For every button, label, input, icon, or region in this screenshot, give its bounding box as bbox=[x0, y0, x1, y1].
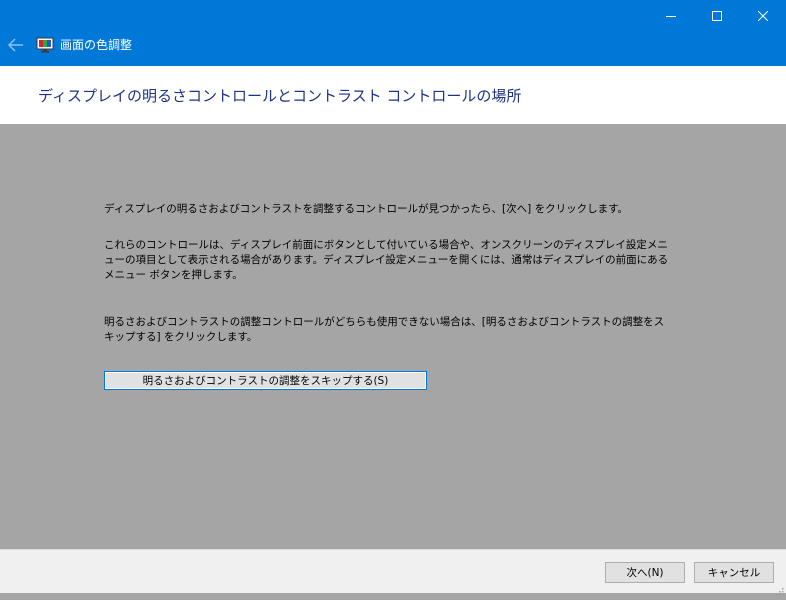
skip-adjustment-button[interactable]: 明るさおよびコントラストの調整をスキップする(S) bbox=[104, 371, 427, 390]
resize-grip-icon[interactable] bbox=[774, 581, 784, 596]
page-title: ディスプレイの明るさコントロールとコントラスト コントロールの場所 bbox=[38, 87, 522, 105]
close-icon bbox=[758, 11, 768, 21]
content-area: ディスプレイの明るさおよびコントラストを調整するコントロールが見つかったら、[次… bbox=[0, 124, 786, 549]
display-color-icon bbox=[36, 37, 54, 53]
next-button[interactable]: 次へ(N) bbox=[605, 562, 685, 583]
back-arrow-icon bbox=[7, 38, 23, 52]
page-header: ディスプレイの明るさコントロールとコントラスト コントロールの場所 bbox=[0, 66, 786, 124]
instruction-paragraph-2: これらのコントロールは、ディスプレイ前面にボタンとして付いている場合や、オンスク… bbox=[104, 239, 669, 281]
window-title: 画面の色調整 bbox=[60, 38, 133, 52]
instruction-paragraph-3: 明るさおよびコントラストの調整コントロールがどちらも使用できない場合は、[明るさ… bbox=[104, 316, 665, 343]
title-bar: 画面の色調整 bbox=[0, 0, 786, 66]
cancel-button[interactable]: キャンセル bbox=[694, 562, 774, 583]
back-button[interactable] bbox=[6, 36, 26, 54]
window-controls bbox=[648, 0, 786, 32]
minimize-icon bbox=[666, 16, 676, 17]
dialog-footer: 次へ(N) キャンセル bbox=[0, 549, 786, 596]
instruction-paragraph-1: ディスプレイの明るさおよびコントラストを調整するコントロールが見つかったら、[次… bbox=[104, 203, 629, 215]
close-button[interactable] bbox=[740, 0, 786, 32]
maximize-button[interactable] bbox=[694, 0, 740, 32]
minimize-button[interactable] bbox=[648, 0, 694, 32]
maximize-icon bbox=[712, 11, 722, 21]
